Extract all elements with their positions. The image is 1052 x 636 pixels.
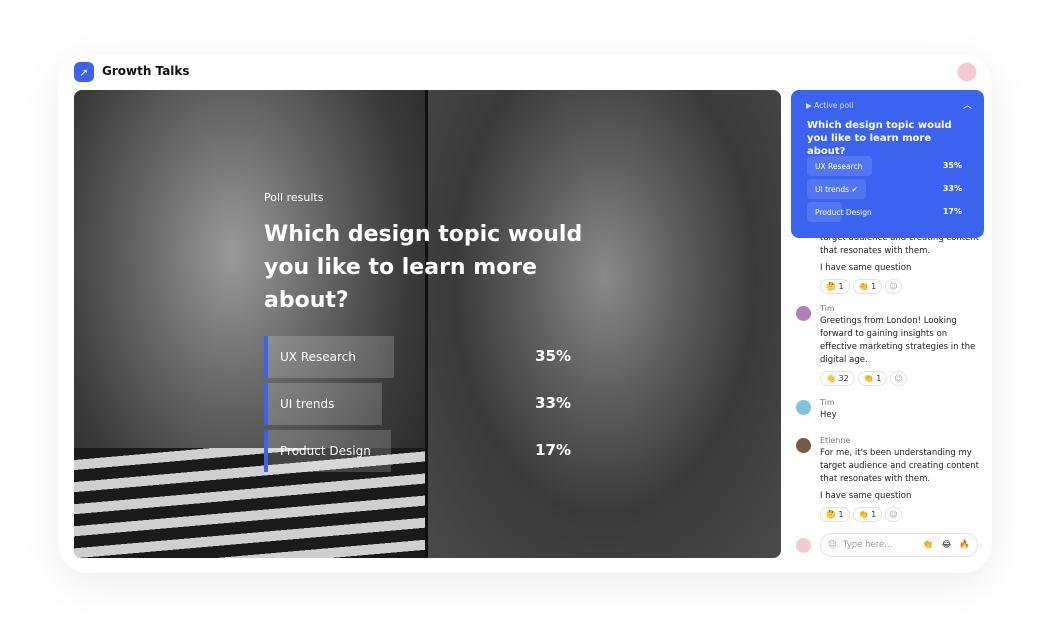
app-logo: ➚ <box>74 62 94 82</box>
chat-message: Tim Hey <box>796 398 986 422</box>
emoji-picker-icon[interactable]: ☺ <box>828 540 837 550</box>
poll-option: Product Design <box>264 430 391 472</box>
quick-emoji-fire[interactable]: 🔥 <box>959 540 970 550</box>
add-reaction-icon[interactable]: ☺ <box>885 507 902 522</box>
active-poll-question: Which design topic would you like to lea… <box>807 120 952 157</box>
active-poll-percent: 33% <box>942 184 962 193</box>
reaction-clap[interactable]: 👏 1 <box>852 507 883 522</box>
growth-arrow-icon: ➚ <box>79 65 89 79</box>
quick-emoji-clap[interactable]: 👏 <box>923 540 934 550</box>
poll-percent: 17% <box>535 441 571 459</box>
add-reaction-icon[interactable]: ☺ <box>885 279 902 294</box>
active-poll-panel: ▶ Active poll ︿ Which design topic would… <box>791 90 984 238</box>
poll-percent: 35% <box>535 347 571 365</box>
reaction-clap[interactable]: 👏 1 <box>857 371 888 386</box>
participant-video-left <box>74 90 425 558</box>
avatar <box>796 306 811 321</box>
poll-option: UX Research <box>264 336 394 378</box>
active-poll-option[interactable]: UI trends ✔ <box>807 179 866 199</box>
participant-video-right <box>428 90 781 558</box>
active-poll-option[interactable]: Product Design <box>807 202 872 222</box>
reaction-clap[interactable]: 👏 1 <box>852 279 883 294</box>
check-circle-icon: ✔ <box>851 184 858 194</box>
chat-input[interactable]: ☺ Type here... 👏 😂 🔥 <box>820 533 978 557</box>
reaction-thinking[interactable]: 🤔 1 <box>820 507 850 522</box>
active-poll-label: Active poll <box>814 101 854 110</box>
user-avatar[interactable] <box>957 62 977 82</box>
video-stage: Poll results Which design topic would yo… <box>74 90 781 558</box>
add-reaction-icon[interactable]: ☺ <box>890 371 907 386</box>
avatar <box>796 438 811 453</box>
active-poll-option[interactable]: UX Research <box>807 156 872 176</box>
active-poll-percent: 17% <box>942 207 962 216</box>
chat-message: Etienne For me, it's been understanding … <box>796 436 986 522</box>
active-poll-percent: 35% <box>942 161 962 170</box>
poll-results-label: Poll results <box>264 191 324 204</box>
my-avatar <box>796 538 811 553</box>
chat-message: Tim Greetings from London! Looking forwa… <box>796 304 986 386</box>
quick-emoji-laugh[interactable]: 😂 <box>941 540 951 550</box>
chat-message: target audience and creating content tha… <box>796 230 986 294</box>
app-title: Growth Talks <box>102 64 190 78</box>
poll-question: Which design topic would you like to lea… <box>264 222 583 313</box>
poll-percent: 33% <box>535 394 571 412</box>
reaction-thinking[interactable]: 🤔 1 <box>820 279 850 294</box>
chat-input-placeholder: Type here... <box>842 540 893 550</box>
poll-option: UI trends <box>264 383 382 425</box>
play-icon: ▶ <box>806 101 812 110</box>
avatar <box>796 400 811 415</box>
chevron-up-icon[interactable]: ︿ <box>963 98 972 111</box>
reaction-wave[interactable]: 👋 32 <box>820 371 855 386</box>
